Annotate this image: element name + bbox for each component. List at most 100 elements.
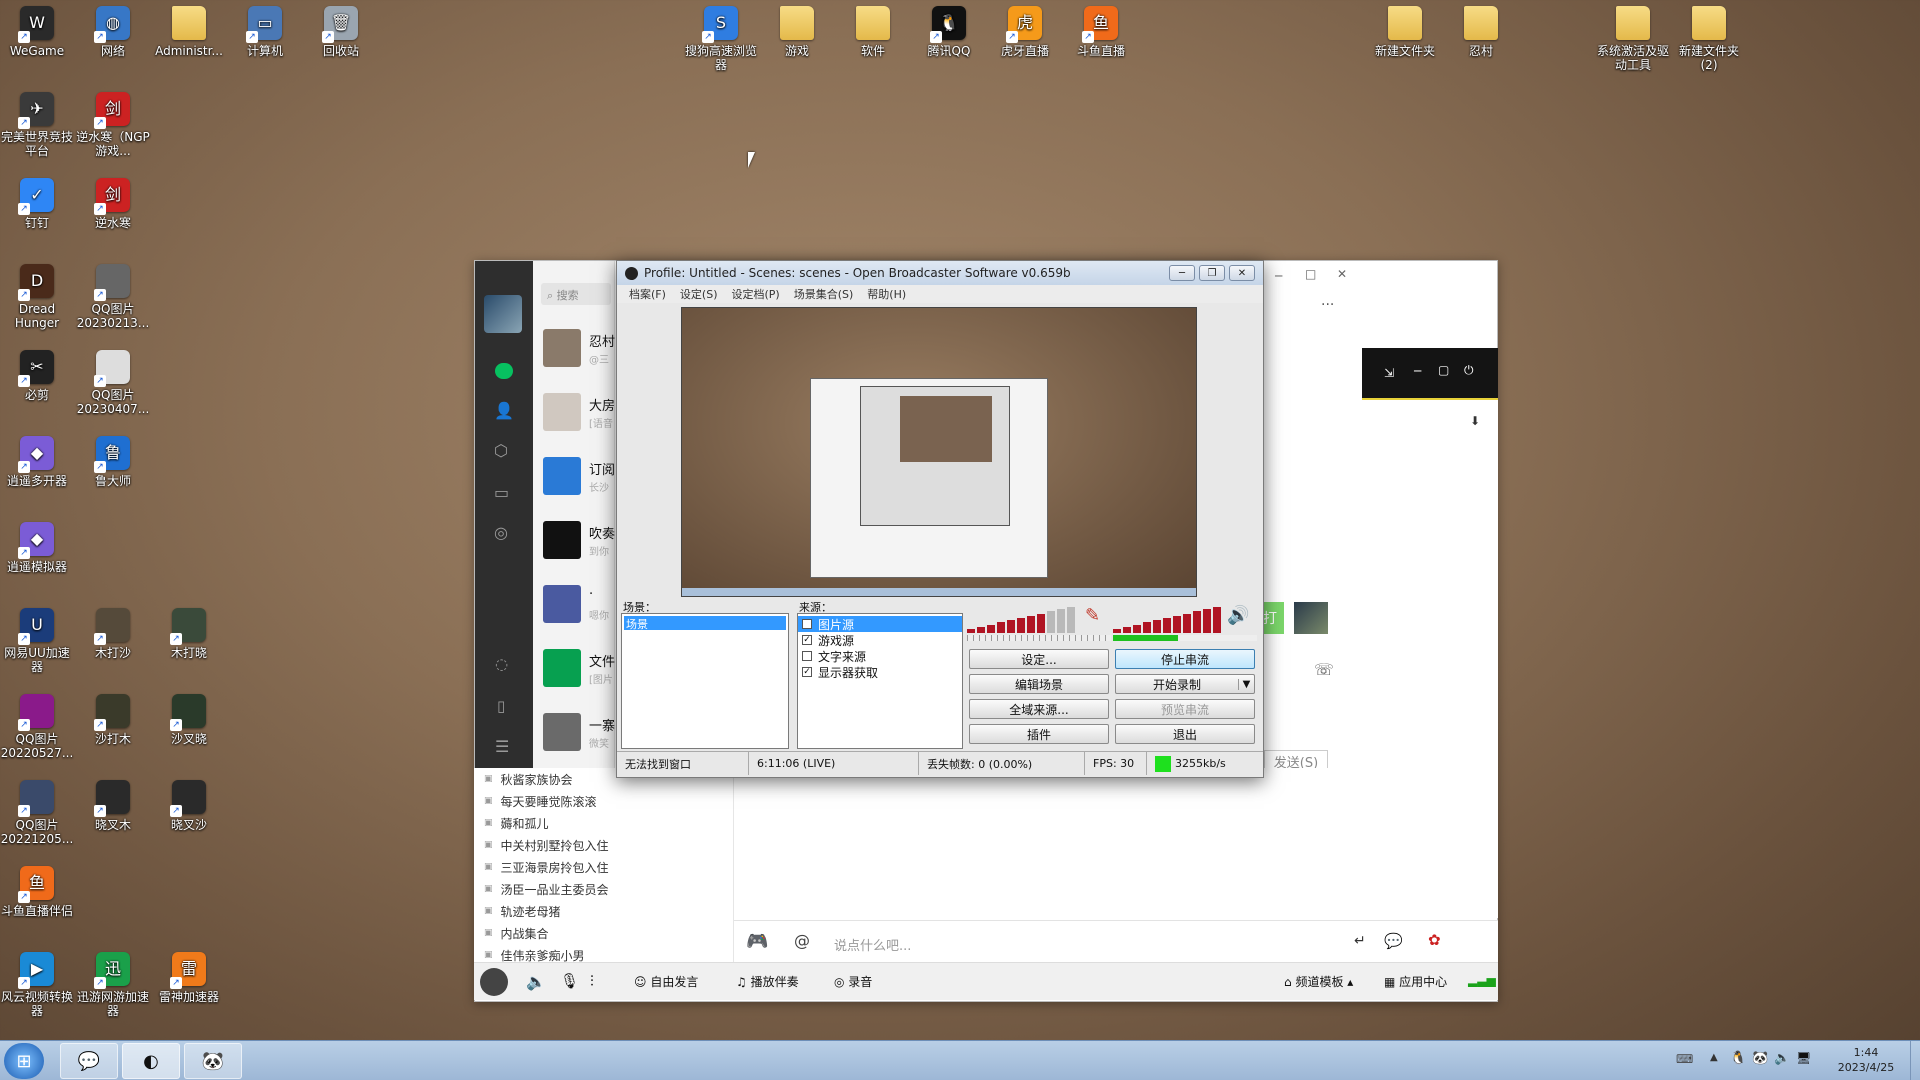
desktop-icon[interactable]: 雷雷神加速器 <box>152 952 226 1004</box>
desktop-icon[interactable]: 晓叉沙 <box>152 780 226 832</box>
desktop-icon[interactable]: 🐧腾讯QQ <box>912 6 986 58</box>
plugins-button[interactable]: 插件 <box>969 724 1109 744</box>
contacts-icon[interactable]: 👤 <box>494 401 514 420</box>
menu-icon[interactable]: ☰ <box>495 737 509 756</box>
phone-icon[interactable]: ▯ <box>497 697 505 715</box>
conversation-item[interactable]: 大房 [语音 <box>533 379 615 441</box>
desktop-icon[interactable]: WWeGame <box>0 6 74 58</box>
speaker-volume-icon[interactable]: 🔊 <box>1227 605 1249 626</box>
menu-help[interactable]: 帮助(H) <box>867 286 906 302</box>
desktop-icon[interactable]: 系统激活及驱动工具 <box>1596 6 1670 72</box>
desktop-icon[interactable]: ◆逍遥模拟器 <box>0 522 74 574</box>
desktop-icon[interactable]: 鱼斗鱼直播伴侣 <box>0 866 74 918</box>
desktop-icon[interactable]: QQ图片20220527... <box>0 694 74 760</box>
source-checkbox[interactable]: ✓ <box>802 635 812 645</box>
moments-icon[interactable]: ◎ <box>494 523 508 542</box>
menu-scene-collection[interactable]: 场景集合(S) <box>794 286 854 302</box>
desktop-icon[interactable]: 晓叉木 <box>76 780 150 832</box>
record-dropdown-icon[interactable]: ▼ <box>1238 678 1254 690</box>
desktop-icon[interactable]: DDread Hunger <box>0 264 74 330</box>
desktop-icon[interactable]: 忍村 <box>1444 6 1518 58</box>
desktop-icon[interactable]: ◍网络 <box>76 6 150 58</box>
chat-icon[interactable] <box>495 363 513 379</box>
conversation-item[interactable]: 订阅 长沙 <box>533 443 615 505</box>
show-desktop-button[interactable] <box>1910 1041 1920 1080</box>
source-item[interactable]: ✓ 显示器获取 <box>798 664 962 680</box>
start-button[interactable]: ⊞ <box>4 1043 44 1079</box>
desktop-icon[interactable]: 虎虎牙直播 <box>988 6 1062 58</box>
wechat-taskbar-icon[interactable]: 💬 <box>60 1043 118 1079</box>
menu-profile[interactable]: 设定档(P) <box>732 286 780 302</box>
desktop-icon[interactable]: S搜狗高速浏览器 <box>684 6 758 72</box>
desktop-icon[interactable]: 迅迅游网游加速器 <box>76 952 150 1018</box>
desktop-icon[interactable]: 鲁鲁大师 <box>76 436 150 488</box>
sources-list[interactable]: 图片源 ✓ 游戏源 文字来源 ✓ 显示器获取 <box>797 613 963 749</box>
conversation-item[interactable]: 忍村 @三 <box>533 315 615 377</box>
obs-minimize-button[interactable]: ─ <box>1169 265 1195 281</box>
scene-item[interactable]: 场景 <box>624 616 786 631</box>
source-checkbox[interactable]: ✓ <box>802 667 812 677</box>
volume-tray-icon[interactable]: 🔈 <box>1774 1051 1790 1066</box>
desktop-volume-meter[interactable] <box>1113 603 1221 633</box>
desktop-icon[interactable]: QQ图片20230407... <box>76 350 150 416</box>
obs-close-button[interactable]: ✕ <box>1229 265 1255 281</box>
obs-maximize-button[interactable]: ❐ <box>1199 265 1225 281</box>
start-record-button[interactable]: 开始录制 ▼ <box>1115 674 1255 694</box>
desktop-icon[interactable]: 游戏 <box>760 6 834 58</box>
desktop-icon[interactable]: Administr... <box>152 6 226 58</box>
desktop-icon[interactable]: U网易UU加速器 <box>0 608 74 674</box>
source-checkbox[interactable] <box>802 651 812 661</box>
close-icon[interactable]: ✕ <box>1337 267 1347 281</box>
desktop-icon[interactable]: ✓钉钉 <box>0 178 74 230</box>
desktop-icon[interactable]: 木打晓 <box>152 608 226 660</box>
desktop-icon[interactable]: 新建文件夹(2) <box>1672 6 1746 72</box>
source-item[interactable]: 图片源 <box>798 616 962 632</box>
mic-icon[interactable]: ✎ <box>1085 605 1100 626</box>
exit-button[interactable]: 退出 <box>1115 724 1255 744</box>
edit-scene-button[interactable]: 编辑场景 <box>969 674 1109 694</box>
voice-app-taskbar-icon[interactable]: 🐼 <box>184 1043 242 1079</box>
mic-volume-meter[interactable] <box>967 603 1075 633</box>
search-input[interactable]: ⌕ 搜索 <box>541 283 611 305</box>
desktop-icon[interactable]: 木打沙 <box>76 608 150 660</box>
desktop-icon[interactable]: 沙打木 <box>76 694 150 746</box>
avatar[interactable] <box>484 295 522 333</box>
desktop-icon[interactable]: 剑逆水寒 <box>76 178 150 230</box>
folder-icon[interactable]: ▭ <box>494 483 509 502</box>
obs-taskbar-icon[interactable]: ◐ <box>122 1043 180 1079</box>
qq-tray-icon[interactable]: 🐧 <box>1730 1051 1746 1066</box>
box-icon[interactable]: ⬡ <box>494 441 508 460</box>
menu-settings[interactable]: 设定(S) <box>680 286 718 302</box>
stop-stream-button[interactable]: 停止串流 <box>1115 649 1255 669</box>
menu-file[interactable]: 档案(F) <box>629 286 666 302</box>
desktop-icon[interactable]: ▶风云视频转换器 <box>0 952 74 1018</box>
desktop-icon[interactable]: 沙叉晓 <box>152 694 226 746</box>
desktop-icon[interactable]: 新建文件夹 <box>1368 6 1442 58</box>
conversation-item[interactable]: 一寨 微笑 <box>533 699 615 761</box>
desktop-icon[interactable]: ✈完美世界竞技平台 <box>0 92 74 158</box>
desktop-icon[interactable]: QQ图片20221205... <box>0 780 74 846</box>
desktop-icon[interactable]: ▭计算机 <box>228 6 302 58</box>
network-tray-icon[interactable]: 🖥 <box>1796 1051 1811 1065</box>
more-options-icon[interactable]: ··· <box>1321 297 1334 313</box>
panda-tray-icon[interactable]: 🐼 <box>1752 1051 1768 1066</box>
clock[interactable]: 1:44 2023/4/25 <box>1826 1045 1906 1075</box>
conversation-item[interactable]: 文件 [图片 <box>533 635 615 697</box>
source-item[interactable]: 文字来源 <box>798 648 962 664</box>
source-item[interactable]: ✓ 游戏源 <box>798 632 962 648</box>
global-sources-button[interactable]: 全域来源... <box>969 699 1109 719</box>
keyboard-icon[interactable]: ⌨ <box>1676 1052 1693 1066</box>
conversation-item[interactable]: 吹奏 到你 <box>533 507 615 569</box>
maximize-icon[interactable]: □ <box>1305 267 1316 281</box>
source-checkbox[interactable] <box>802 619 812 629</box>
conversation-item[interactable]: · 嗯你 <box>533 571 615 633</box>
desktop-icon[interactable]: 软件 <box>836 6 910 58</box>
settings-button[interactable]: 设定... <box>969 649 1109 669</box>
desktop-icon[interactable]: ✂必剪 <box>0 350 74 402</box>
desktop-icon[interactable]: QQ图片20230213... <box>76 264 150 330</box>
desktop-icon[interactable]: 🗑回收站 <box>304 6 378 58</box>
miniprogram-icon[interactable]: ◌ <box>495 655 508 673</box>
desktop-icon[interactable]: 鱼斗鱼直播 <box>1064 6 1138 58</box>
scenes-list[interactable]: 场景 <box>621 613 789 749</box>
tray-expand-icon[interactable]: ▲ <box>1710 1052 1718 1063</box>
